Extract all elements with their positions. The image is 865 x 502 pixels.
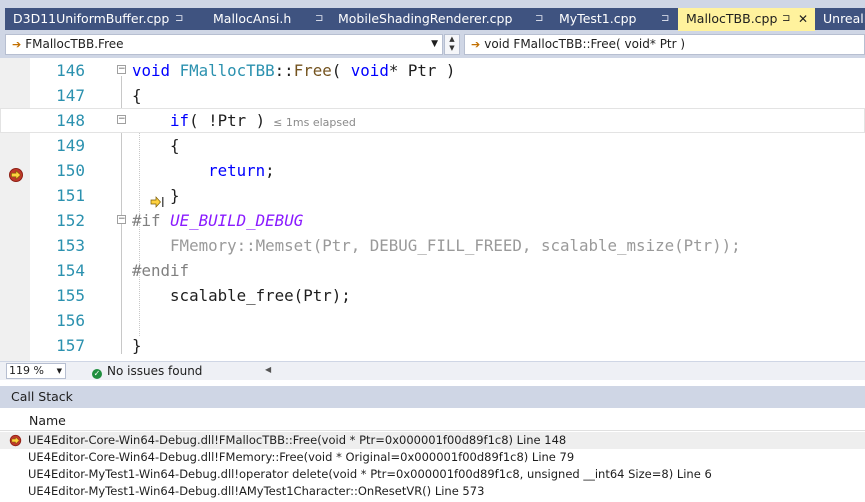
zoom-dropdown[interactable]: 119 % ▼ bbox=[6, 363, 66, 379]
line-number: 148 bbox=[56, 111, 85, 130]
tab-label: UnrealM bbox=[823, 11, 865, 26]
chevron-down-icon[interactable]: ▼ bbox=[57, 364, 62, 378]
check-circle-icon: ✓ bbox=[92, 369, 102, 379]
navigation-bar: ➔ FMallocTBB.Free ▼ ▲ ▼ ➔ void FMallocTBB:… bbox=[0, 31, 865, 58]
tab-mytest1[interactable]: MyTest1.cpp ⊐ bbox=[551, 8, 678, 30]
pin-icon[interactable]: ⊐ bbox=[661, 8, 669, 30]
code-line-153: 153 FMemory::Memset(Ptr, DEBUG_FILL_FREE… bbox=[0, 233, 865, 258]
line-number: 152 bbox=[56, 211, 85, 230]
frame-name: UE4Editor-MyTest1-Win64-Debug.dll!operat… bbox=[28, 467, 712, 481]
tab-label: MobileShadingRenderer.cpp bbox=[338, 11, 513, 26]
tab-mallocansi[interactable]: MallocAnsi.h ⊐ bbox=[205, 8, 330, 30]
code-text: return; bbox=[208, 161, 275, 180]
code-text: void FMallocTBB::Free( void* Ptr ) bbox=[132, 61, 456, 80]
current-statement-breakpoint-icon[interactable] bbox=[8, 168, 24, 182]
line-number: 149 bbox=[56, 136, 85, 155]
close-icon[interactable]: ✕ bbox=[798, 8, 808, 30]
scroll-left-icon[interactable]: ◀ bbox=[265, 365, 271, 374]
member-label: void FMallocTBB::Free( void* Ptr ) bbox=[484, 37, 686, 51]
next-statement-arrow-icon[interactable] bbox=[150, 195, 164, 209]
code-line-157: 157 } bbox=[0, 333, 865, 358]
frame-name: UE4Editor-Core-Win64-Debug.dll!FMallocTB… bbox=[28, 433, 567, 447]
code-line-150: 150 return; bbox=[0, 158, 865, 183]
code-line-151: 151 } bbox=[0, 183, 865, 208]
code-editor[interactable]: 146 − void FMallocTBB::Free( void* Ptr )… bbox=[0, 58, 865, 361]
document-tab-bar: D3D11UniformBuffer.cpp ⊐ MallocAnsi.h ⊐ … bbox=[0, 0, 865, 31]
code-text: { bbox=[132, 86, 142, 105]
code-line-154: 154 #endif bbox=[0, 258, 865, 283]
collapse-icon[interactable]: − bbox=[117, 115, 126, 124]
code-line-148-current: 148 − if( !Ptr ) ≤ 1ms elapsed bbox=[0, 108, 865, 133]
collapse-icon[interactable]: − bbox=[117, 65, 126, 74]
arrow-right-icon: ➔ bbox=[471, 38, 481, 51]
tab-label: D3D11UniformBuffer.cpp bbox=[13, 11, 170, 26]
call-stack-panel: Call Stack Name UE4Editor-Core-Win64-Deb… bbox=[0, 380, 865, 502]
horizontal-scrollbar[interactable]: ◀ bbox=[265, 364, 865, 378]
line-number: 157 bbox=[56, 336, 85, 355]
issues-label: No issues found bbox=[107, 364, 203, 378]
tab-label: MyTest1.cpp bbox=[559, 11, 637, 26]
code-text: FMemory::Memset(Ptr, DEBUG_FILL_FREED, s… bbox=[132, 236, 741, 255]
call-stack-row[interactable]: UE4Editor-Core-Win64-Debug.dll!FMallocTB… bbox=[0, 432, 865, 449]
frame-name: UE4Editor-Core-Win64-Debug.dll!FMemory::… bbox=[28, 450, 575, 464]
frame-name: UE4Editor-MyTest1-Win64-Debug.dll!AMyTes… bbox=[28, 484, 485, 498]
code-line-155: 155 scalable_free(Ptr); bbox=[0, 283, 865, 308]
pin-icon[interactable]: ⊐ bbox=[782, 8, 790, 30]
code-line-147: 147 { bbox=[0, 83, 865, 108]
code-line-149: 149 { bbox=[0, 133, 865, 158]
scope-label: FMallocTBB.Free bbox=[25, 37, 124, 51]
line-number: 150 bbox=[56, 161, 85, 180]
tab-label: MallocAnsi.h bbox=[213, 11, 292, 26]
code-line-146: 146 − void FMallocTBB::Free( void* Ptr ) bbox=[0, 58, 865, 83]
code-text: } bbox=[132, 336, 142, 355]
code-line-156: 156 bbox=[0, 308, 865, 333]
line-number: 153 bbox=[56, 236, 85, 255]
collapse-icon[interactable]: − bbox=[117, 215, 126, 224]
tab-unrealm[interactable]: UnrealM bbox=[815, 8, 865, 30]
call-stack-row[interactable]: UE4Editor-MyTest1-Win64-Debug.dll!AMyTes… bbox=[0, 483, 865, 500]
spin-up-icon[interactable]: ▲ bbox=[445, 35, 459, 44]
tab-mobileshadingrenderer[interactable]: MobileShadingRenderer.cpp ⊐ bbox=[330, 8, 551, 30]
panel-title[interactable]: Call Stack bbox=[0, 386, 865, 408]
navigation-spinner[interactable]: ▲ ▼ bbox=[444, 34, 460, 55]
code-line-152: 152 − #if UE_BUILD_DEBUG bbox=[0, 208, 865, 233]
line-number: 155 bbox=[56, 286, 85, 305]
code-text: scalable_free(Ptr); bbox=[132, 286, 351, 305]
arrow-right-icon: ➔ bbox=[12, 38, 22, 51]
member-dropdown[interactable]: ➔ void FMallocTBB::Free( void* Ptr ) bbox=[464, 34, 865, 55]
tab-malloctbb[interactable]: MallocTBB.cpp ⊐ ✕ bbox=[678, 8, 815, 31]
code-text: #endif bbox=[132, 261, 190, 280]
scope-dropdown[interactable]: ➔ FMallocTBB.Free ▼ bbox=[5, 34, 443, 55]
pin-icon[interactable]: ⊐ bbox=[315, 8, 323, 30]
editor-status-bar: 119 % ▼ ✓ No issues found ◀ bbox=[0, 361, 865, 381]
line-number: 156 bbox=[56, 311, 85, 330]
call-stack-row[interactable]: UE4Editor-MyTest1-Win64-Debug.dll!operat… bbox=[0, 466, 865, 483]
call-stack-row[interactable]: UE4Editor-Core-Win64-Debug.dll!FMemory::… bbox=[0, 449, 865, 466]
line-number: 154 bbox=[56, 261, 85, 280]
spin-down-icon[interactable]: ▼ bbox=[445, 44, 459, 53]
issues-indicator[interactable]: ✓ No issues found bbox=[92, 363, 202, 379]
tab-label: MallocTBB.cpp bbox=[686, 11, 778, 26]
current-statement-breakpoint-icon bbox=[9, 434, 22, 447]
tab-d3d11uniformbuffer[interactable]: D3D11UniformBuffer.cpp ⊐ bbox=[5, 8, 206, 30]
zoom-value: 119 % bbox=[9, 364, 44, 377]
line-number: 151 bbox=[56, 186, 85, 205]
perf-tip[interactable]: ≤ 1ms elapsed bbox=[273, 116, 356, 129]
column-header-name[interactable]: Name bbox=[0, 410, 865, 431]
pin-icon[interactable]: ⊐ bbox=[535, 8, 543, 30]
code-text: { bbox=[132, 136, 180, 155]
code-text: if( !Ptr ) ≤ 1ms elapsed bbox=[170, 111, 356, 130]
chevron-down-icon[interactable]: ▼ bbox=[431, 35, 438, 54]
line-number: 146 bbox=[56, 61, 85, 80]
line-number: 147 bbox=[56, 86, 85, 105]
pin-icon[interactable]: ⊐ bbox=[175, 8, 183, 30]
code-text: #if UE_BUILD_DEBUG bbox=[132, 211, 304, 230]
